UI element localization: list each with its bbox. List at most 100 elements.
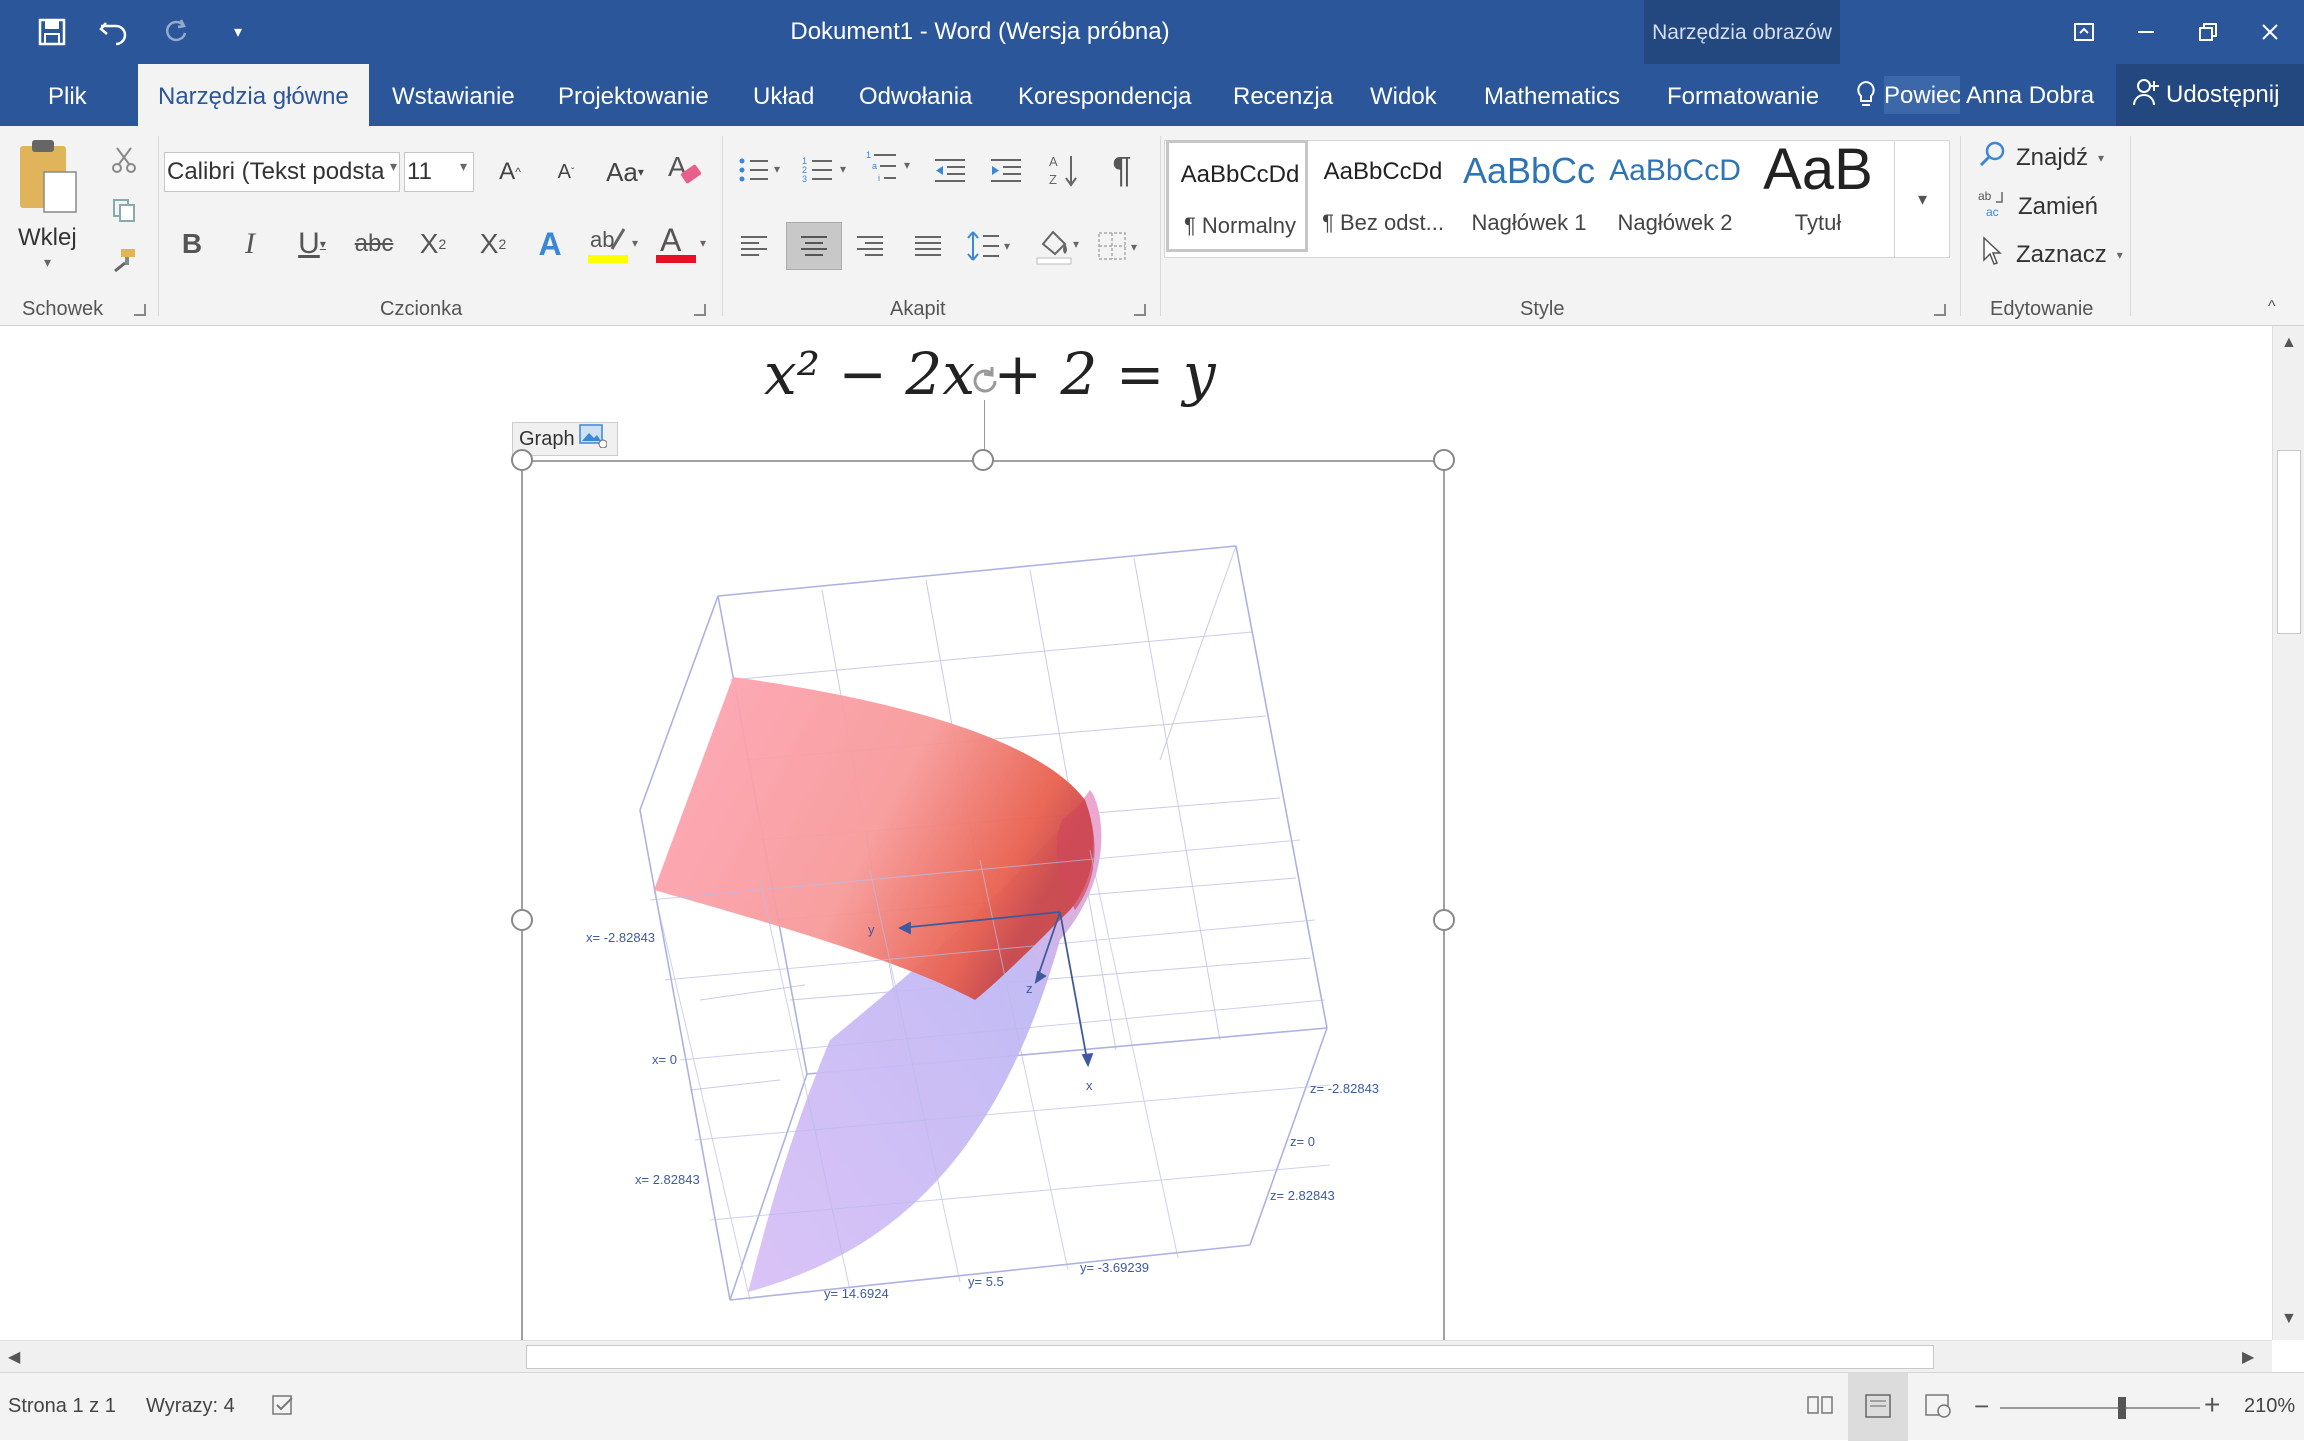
- font-size-dropdown-icon[interactable]: ▾: [460, 158, 467, 175]
- tab-mailings[interactable]: Korespondencja: [1014, 64, 1195, 126]
- select-button[interactable]: Zaznacz ▾: [1978, 236, 2123, 273]
- show-formatting-marks-icon[interactable]: ¶: [1100, 146, 1144, 194]
- vertical-scrollbar[interactable]: ▲ ▼: [2272, 326, 2304, 1340]
- tab-file[interactable]: Plik: [44, 64, 91, 126]
- decrease-indent-icon[interactable]: [928, 148, 972, 192]
- font-name-dropdown-icon[interactable]: ▾: [390, 158, 397, 175]
- justify-icon[interactable]: [908, 226, 948, 266]
- axis-label: z= -2.82843: [1310, 1081, 1379, 1096]
- strikethrough-icon[interactable]: abc: [350, 222, 398, 266]
- line-spacing-icon[interactable]: ▾: [962, 222, 1018, 270]
- style-name: Tytuł: [1794, 210, 1842, 235]
- zoom-slider-thumb[interactable]: [2118, 1397, 2126, 1419]
- svg-text:A: A: [1049, 154, 1058, 169]
- paste-dropdown-icon[interactable]: ▾: [44, 254, 51, 271]
- superscript-icon[interactable]: X2: [470, 222, 516, 266]
- text-effects-icon[interactable]: A: [530, 222, 570, 266]
- underline-icon[interactable]: U ▾: [286, 222, 338, 266]
- tab-home[interactable]: Narzędzia główne: [138, 64, 369, 126]
- word-count[interactable]: Wyrazy: 4: [146, 1395, 235, 1418]
- style-no-spacing[interactable]: AaBbCcDd ¶ Bez odst...: [1312, 140, 1454, 252]
- web-layout-icon[interactable]: [1924, 1393, 1952, 1425]
- align-center-icon[interactable]: [786, 222, 842, 270]
- styles-dialog-launcher[interactable]: [1934, 304, 1946, 316]
- tab-insert[interactable]: Wstawianie: [388, 64, 519, 126]
- document-area[interactable]: x² − 2x + 2 = y Graph x= -2.82843 x= 0 x…: [0, 326, 2272, 1340]
- svg-text:▾: ▾: [1004, 239, 1010, 253]
- zoom-slider[interactable]: [2000, 1407, 2200, 1409]
- horizontal-scroll-thumb[interactable]: [526, 1345, 1934, 1369]
- grow-font-icon[interactable]: A ^: [490, 152, 530, 192]
- collapse-ribbon-icon[interactable]: ^: [2268, 298, 2276, 316]
- tab-view[interactable]: Widok: [1366, 64, 1441, 126]
- style-title[interactable]: AaB Tytuł: [1750, 140, 1886, 252]
- font-name-input[interactable]: Calibri (Tekst podsta: [164, 152, 400, 192]
- sort-icon[interactable]: AZ: [1042, 146, 1086, 194]
- align-right-icon[interactable]: [850, 226, 890, 266]
- rotate-handle-icon[interactable]: [968, 364, 1002, 398]
- style-normal[interactable]: AaBbCcDd ¶ Normalny: [1166, 140, 1308, 252]
- scroll-left-icon[interactable]: ◀: [8, 1347, 20, 1367]
- scroll-right-icon[interactable]: ▶: [2242, 1347, 2254, 1367]
- zoom-out-icon[interactable]: −: [1974, 1391, 1989, 1422]
- align-left-icon[interactable]: [734, 226, 774, 266]
- ribbon-display-options-icon[interactable]: [2062, 10, 2106, 54]
- clear-formatting-icon[interactable]: A: [662, 148, 706, 192]
- font-dialog-launcher[interactable]: [694, 304, 706, 316]
- style-heading-2[interactable]: AaBbCcD Nagłówek 2: [1604, 140, 1746, 252]
- paragraph-dialog-launcher[interactable]: [1134, 304, 1146, 316]
- tab-format[interactable]: Formatowanie: [1663, 64, 1823, 126]
- lightbulb-icon[interactable]: [1854, 80, 1884, 110]
- bold-icon[interactable]: B: [172, 222, 212, 266]
- share-button[interactable]: Udostępnij: [2116, 64, 2304, 126]
- tab-review[interactable]: Recenzja: [1229, 64, 1337, 126]
- cut-icon[interactable]: [106, 142, 142, 178]
- scroll-down-icon[interactable]: ▼: [2281, 1310, 2297, 1328]
- numbering-icon[interactable]: 1 2 3 ▾: [800, 148, 854, 192]
- read-mode-icon[interactable]: [1806, 1393, 1834, 1423]
- find-button[interactable]: Znajdź ▾: [1978, 140, 2104, 175]
- tab-mathematics[interactable]: Mathematics: [1480, 64, 1624, 126]
- subscript-icon[interactable]: X2: [410, 222, 456, 266]
- increase-indent-icon[interactable]: [984, 148, 1028, 192]
- minimize-icon[interactable]: [2124, 10, 2168, 54]
- user-name[interactable]: Anna Dobra: [1966, 82, 2094, 110]
- tab-layout[interactable]: Układ: [749, 64, 818, 126]
- restore-icon[interactable]: [2186, 10, 2230, 54]
- styles-more-icon[interactable]: ▾: [1894, 140, 1950, 258]
- vertical-scroll-thumb[interactable]: [2277, 450, 2301, 634]
- multilevel-list-icon[interactable]: 1 a i ▾: [864, 144, 918, 194]
- tab-references[interactable]: Odwołania: [855, 64, 976, 126]
- equation-lhs: x² − 2x + 2: [764, 340, 1098, 408]
- replace-button[interactable]: ab ac Zamień: [1978, 188, 2098, 225]
- page-count[interactable]: Strona 1 z 1: [8, 1395, 116, 1418]
- paste-button[interactable]: [16, 138, 78, 234]
- shrink-font-icon[interactable]: Aˇ: [546, 152, 586, 192]
- copy-icon[interactable]: [106, 192, 142, 228]
- style-name: ¶ Bez odst...: [1322, 210, 1444, 235]
- paste-label: Wklej: [18, 224, 77, 251]
- clipboard-dialog-launcher[interactable]: [134, 304, 146, 316]
- font-color-icon[interactable]: A ▾: [650, 218, 710, 270]
- print-layout-icon[interactable]: [1848, 1373, 1908, 1441]
- borders-icon[interactable]: ▾: [1094, 222, 1146, 270]
- scroll-up-icon[interactable]: ▲: [2281, 334, 2297, 352]
- style-sample: AaBbCcD: [1609, 154, 1741, 187]
- tell-me-search-input[interactable]: Powiec: [1884, 76, 1960, 114]
- horizontal-scrollbar[interactable]: ◀ ▶: [0, 1340, 2272, 1372]
- equation-rhs: y: [1182, 340, 1216, 408]
- italic-icon[interactable]: I: [230, 222, 270, 266]
- shading-icon[interactable]: ▾: [1030, 220, 1086, 272]
- bullets-icon[interactable]: ▾: [736, 148, 786, 192]
- format-painter-icon[interactable]: [106, 242, 142, 278]
- highlight-color-icon[interactable]: ab ▾: [582, 218, 642, 270]
- svg-text:A: A: [660, 222, 682, 258]
- tab-design[interactable]: Projektowanie: [554, 64, 713, 126]
- style-heading-1[interactable]: AaBbCc Nagłówek 1: [1458, 140, 1600, 252]
- proofing-icon[interactable]: [272, 1395, 296, 1423]
- zoom-in-icon[interactable]: +: [2204, 1389, 2220, 1421]
- close-icon[interactable]: [2248, 10, 2292, 54]
- change-case-icon[interactable]: Aa ▾: [598, 152, 652, 192]
- svg-text:ac: ac: [1986, 205, 1999, 218]
- zoom-level[interactable]: 210%: [2244, 1395, 2295, 1418]
